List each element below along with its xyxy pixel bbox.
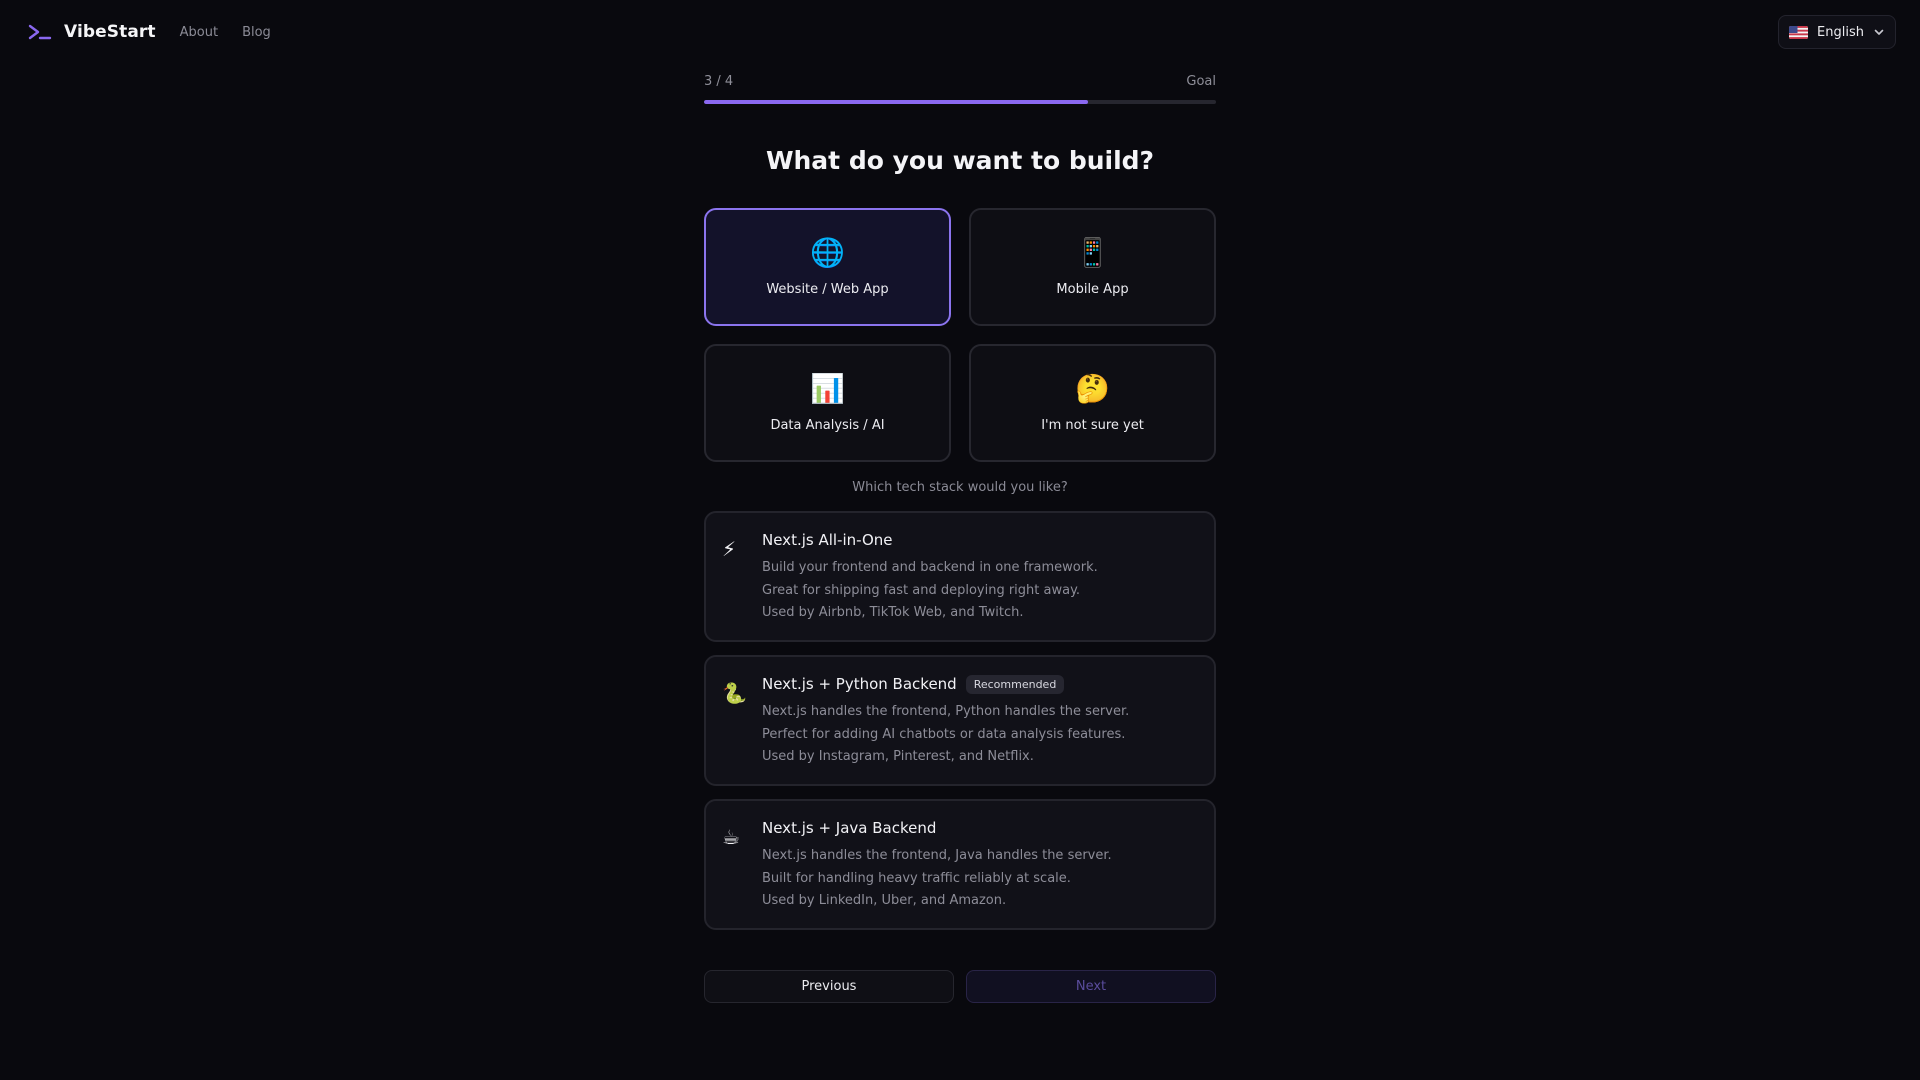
thinking-face-icon: 🤔 xyxy=(1075,372,1110,405)
globe-icon: 🌐 xyxy=(810,236,845,269)
progress-bar xyxy=(704,100,1216,104)
onboarding-step: 3 / 4 Goal What do you want to build? 🌐 … xyxy=(704,70,1216,1003)
bar-chart-icon: 📊 xyxy=(810,372,845,405)
next-button[interactable]: Next xyxy=(966,970,1216,1003)
description-line: Perfect for adding AI chatbots or data a… xyxy=(762,726,1126,742)
description-line: Build your frontend and backend in one f… xyxy=(762,560,1098,575)
top-bar: VibeStart About Blog English xyxy=(0,0,1920,64)
language-selector[interactable]: English xyxy=(1778,15,1896,49)
option-not-sure-yet[interactable]: 🤔 I'm not sure yet xyxy=(969,344,1216,462)
project-type-options: 🌐 Website / Web App 📱 Mobile App 📊 Data … xyxy=(704,208,1216,462)
description-line: Next.js handles the frontend, Python han… xyxy=(762,704,1130,719)
stack-option-title: Next.js All-in-One xyxy=(762,531,893,549)
header-left: VibeStart About Blog xyxy=(28,22,271,42)
us-flag-icon xyxy=(1789,25,1809,39)
stack-option-nextjs-python[interactable]: 🐍 Next.js + Python Backend Recommended N… xyxy=(704,655,1216,786)
option-data-analysis-ai[interactable]: 📊 Data Analysis / AI xyxy=(704,344,951,462)
snake-icon: 🐍 xyxy=(722,681,747,705)
brand-logo-link[interactable]: VibeStart xyxy=(28,22,156,42)
option-mobile-app[interactable]: 📱 Mobile App xyxy=(969,208,1216,326)
stack-option-description: Build your frontend and backend in one f… xyxy=(762,557,1196,625)
option-label: Mobile App xyxy=(1056,282,1129,297)
tech-stack-question: Which tech stack would you like? xyxy=(852,480,1068,495)
brand-name: VibeStart xyxy=(64,22,156,42)
stack-option-title: Next.js + Python Backend xyxy=(762,675,957,693)
terminal-prompt-icon xyxy=(28,24,52,40)
nav-link-blog[interactable]: Blog xyxy=(242,25,271,40)
stack-option-body: Next.js + Python Backend Recommended Nex… xyxy=(762,673,1196,784)
stack-option-header: Next.js + Python Backend Recommended xyxy=(762,673,1196,695)
stack-option-title: Next.js + Java Backend xyxy=(762,819,937,837)
option-label: Website / Web App xyxy=(766,282,889,297)
step-section-label: Goal xyxy=(1186,73,1216,89)
step-navigation: Previous Next xyxy=(704,970,1216,1003)
step-counter: 3 / 4 xyxy=(704,73,734,89)
description-line: Next.js handles the frontend, Java handl… xyxy=(762,848,1112,863)
language-label: English xyxy=(1817,24,1864,40)
option-label: Data Analysis / AI xyxy=(770,418,885,433)
lightning-icon: ⚡ xyxy=(722,537,737,561)
previous-button[interactable]: Previous xyxy=(704,970,954,1003)
progress-header: 3 / 4 Goal xyxy=(704,70,1216,92)
description-line: Built for handling heavy traffic reliabl… xyxy=(762,870,1071,886)
progress-bar-fill xyxy=(704,100,1088,104)
stack-option-nextjs-java[interactable]: ☕ Next.js + Java Backend Next.js handles… xyxy=(704,799,1216,930)
description-line: Used by Airbnb, TikTok Web, and Twitch. xyxy=(762,605,1024,620)
stack-option-header: Next.js + Java Backend xyxy=(762,817,1196,839)
description-line: Used by Instagram, Pinterest, and Netfli… xyxy=(762,749,1034,764)
nav-link-about[interactable]: About xyxy=(180,25,218,40)
stack-option-body: Next.js + Java Backend Next.js handles t… xyxy=(762,817,1196,928)
option-label: I'm not sure yet xyxy=(1041,418,1144,433)
stack-option-description: Next.js handles the frontend, Python han… xyxy=(762,701,1196,769)
stack-option-body: Next.js All-in-One Build your frontend a… xyxy=(762,529,1196,640)
description-line: Great for shipping fast and deploying ri… xyxy=(762,582,1081,598)
option-website-web-app[interactable]: 🌐 Website / Web App xyxy=(704,208,951,326)
recommended-badge: Recommended xyxy=(965,674,1065,694)
description-line: Used by LinkedIn, Uber, and Amazon. xyxy=(762,893,1007,908)
stack-option-nextjs-all-in-one[interactable]: ⚡ Next.js All-in-One Build your frontend… xyxy=(704,511,1216,642)
stack-option-description: Next.js handles the frontend, Java handl… xyxy=(762,845,1196,913)
stack-option-header: Next.js All-in-One xyxy=(762,529,1196,551)
mobile-phone-icon: 📱 xyxy=(1075,236,1110,269)
chevron-down-icon xyxy=(1874,29,1884,35)
coffee-icon: ☕ xyxy=(722,825,740,849)
page-title: What do you want to build? xyxy=(765,146,1155,175)
tech-stack-options: ⚡ Next.js All-in-One Build your frontend… xyxy=(704,511,1216,930)
